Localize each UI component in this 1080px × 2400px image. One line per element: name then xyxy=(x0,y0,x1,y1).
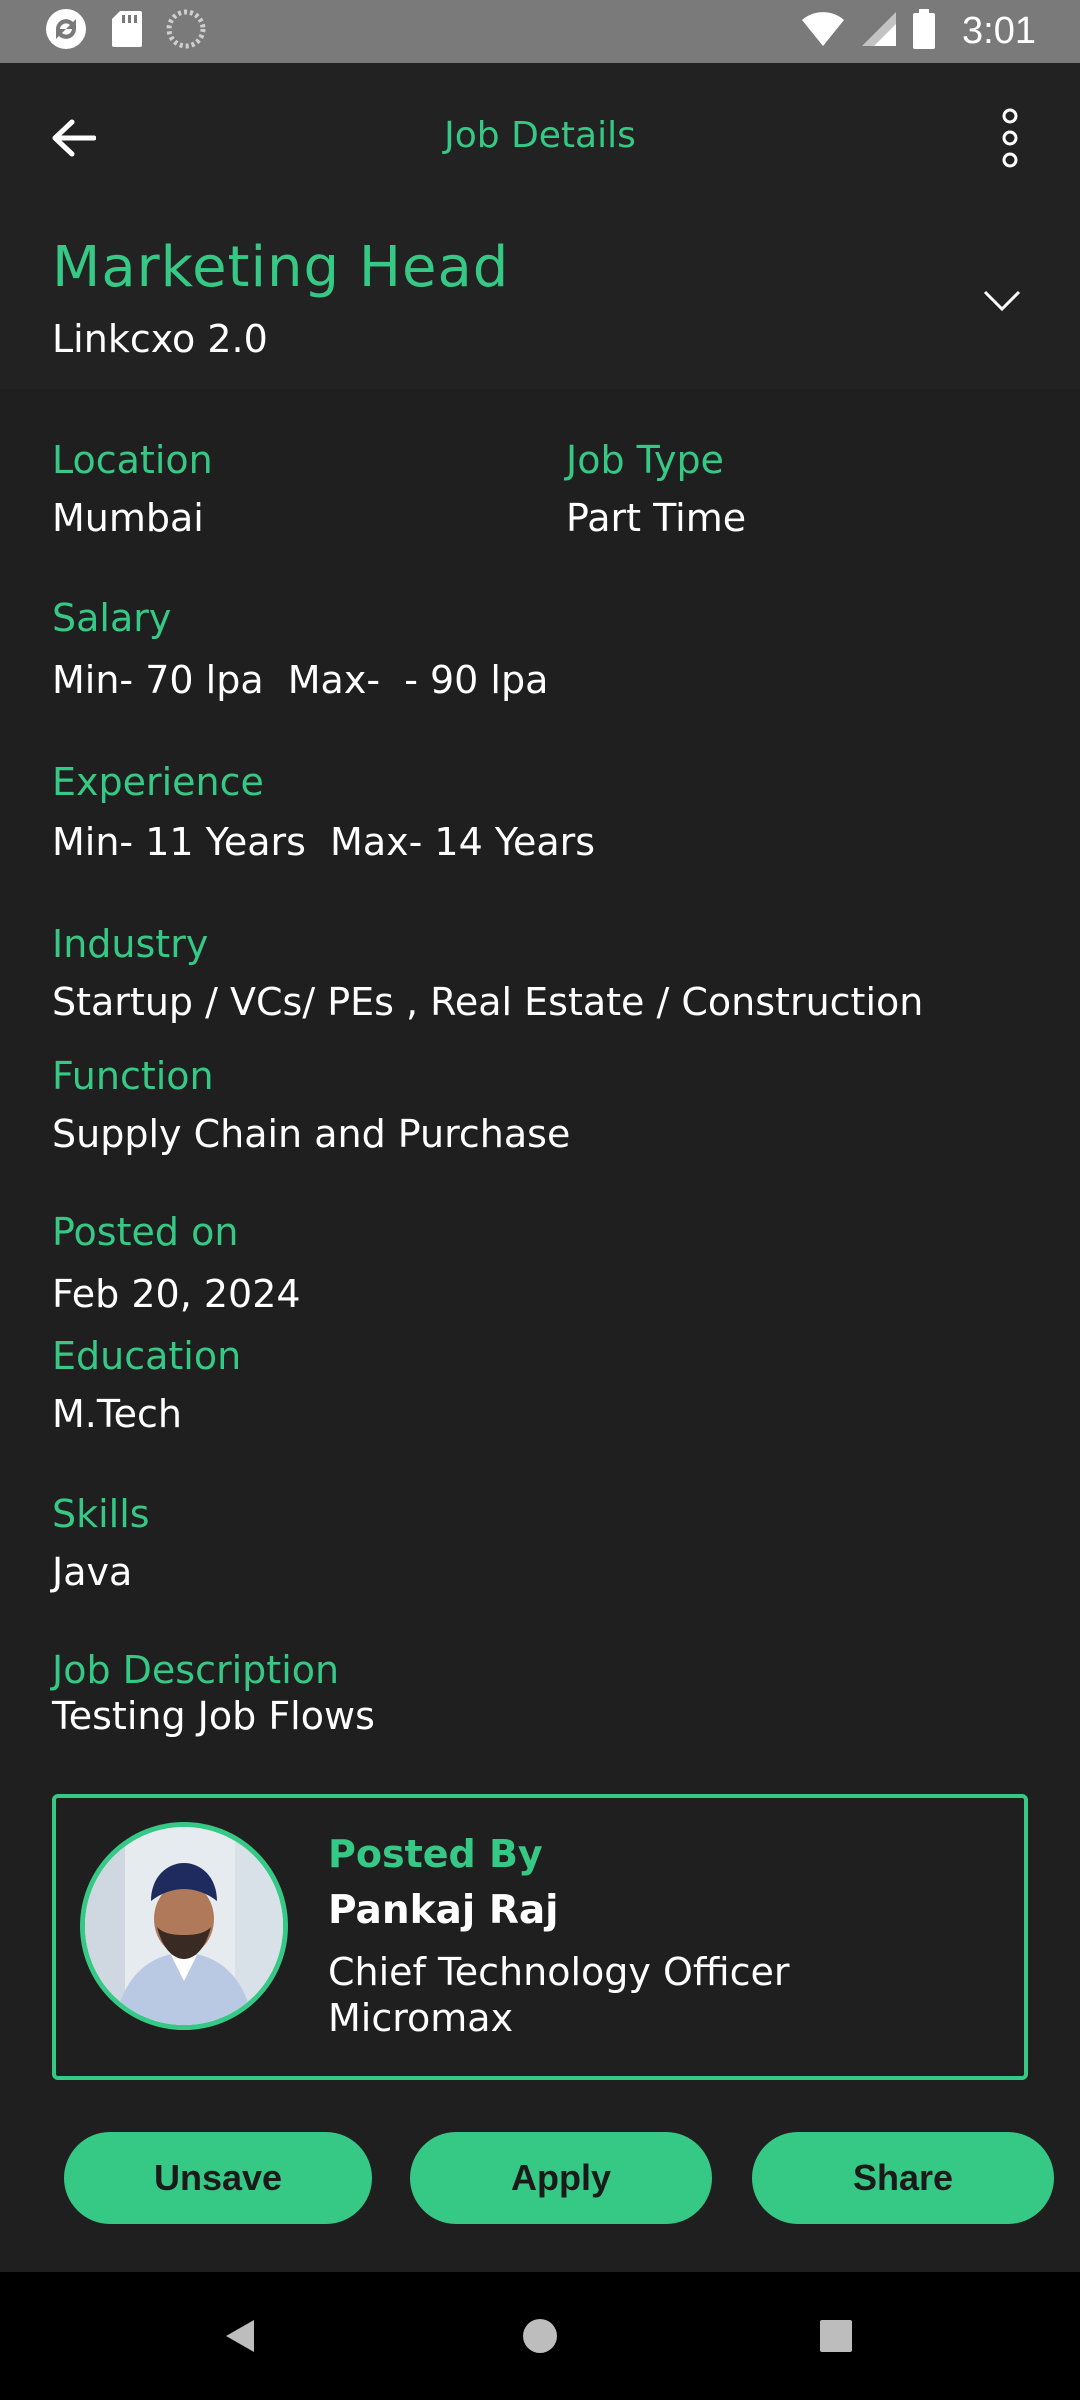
system-nav-bar xyxy=(0,2272,1080,2400)
skills-label: Skills xyxy=(52,1492,150,1536)
apply-button[interactable]: Apply xyxy=(410,2132,712,2224)
poster-name: Pankaj Raj xyxy=(328,1888,559,1933)
function-value: Supply Chain and Purchase xyxy=(52,1112,571,1156)
company-name: Linkcxo 2.0 xyxy=(52,317,268,361)
salary-label: Salary xyxy=(52,596,172,640)
status-bar: 3:01 xyxy=(0,0,1080,63)
battery-icon xyxy=(912,9,936,53)
experience-value: Min- 11 Years Max- 14 Years xyxy=(52,820,596,864)
avatar xyxy=(80,1822,288,2030)
function-label: Function xyxy=(52,1054,214,1098)
industry-label: Industry xyxy=(52,922,209,966)
loading-icon xyxy=(166,9,206,53)
sd-card-icon xyxy=(110,9,144,53)
more-options-button[interactable] xyxy=(980,103,1040,173)
experience-label: Experience xyxy=(52,760,264,804)
status-left-icons xyxy=(44,8,206,54)
chevron-down-icon xyxy=(983,290,1021,312)
job-description-value: Testing Job Flows xyxy=(52,1694,375,1738)
status-time: 3:01 xyxy=(962,9,1036,52)
more-vertical-icon xyxy=(1002,108,1018,168)
share-button[interactable]: Share xyxy=(752,2132,1054,2224)
job-description-label: Job Description xyxy=(52,1648,340,1692)
education-label: Education xyxy=(52,1334,242,1378)
sync-icon xyxy=(44,7,88,55)
location-value: Mumbai xyxy=(52,496,204,540)
posted-by-card[interactable]: Posted By Pankaj Raj Chief Technology Of… xyxy=(52,1794,1028,2080)
signal-icon xyxy=(860,10,898,52)
unsave-button[interactable]: Unsave xyxy=(64,2132,372,2224)
salary-value: Min- 70 lpa Max- - 90 lpa xyxy=(52,658,549,702)
nav-home-button[interactable] xyxy=(510,2306,570,2366)
posted-on-label: Posted on xyxy=(52,1210,239,1254)
posted-by-label: Posted By xyxy=(328,1832,543,1876)
nav-back-button[interactable] xyxy=(210,2306,270,2366)
job-title: Marketing Head xyxy=(52,235,510,300)
page-title: Job Details xyxy=(444,115,636,156)
triangle-back-icon xyxy=(226,2320,254,2352)
poster-company: Micromax xyxy=(328,1996,514,2040)
industry-value: Startup / VCs/ PEs , Real Estate / Const… xyxy=(52,980,924,1024)
expand-button[interactable] xyxy=(972,271,1032,331)
nav-recents-button[interactable] xyxy=(806,2306,866,2366)
education-value: M.Tech xyxy=(52,1392,182,1436)
top-app-bar: Job Details xyxy=(0,63,1080,211)
square-recents-icon xyxy=(820,2320,852,2352)
job-header: Marketing Head Linkcxo 2.0 xyxy=(0,211,1080,389)
wifi-icon xyxy=(800,10,846,52)
poster-role: Chief Technology Officer xyxy=(328,1950,790,1994)
posted-on-value: Feb 20, 2024 xyxy=(52,1272,301,1316)
location-label: Location xyxy=(52,438,213,482)
status-right-icons: 3:01 xyxy=(800,8,1036,54)
skills-value: Java xyxy=(52,1550,133,1594)
circle-home-icon xyxy=(523,2319,557,2353)
job-type-label: Job Type xyxy=(566,438,724,482)
job-type-value: Part Time xyxy=(566,496,747,540)
